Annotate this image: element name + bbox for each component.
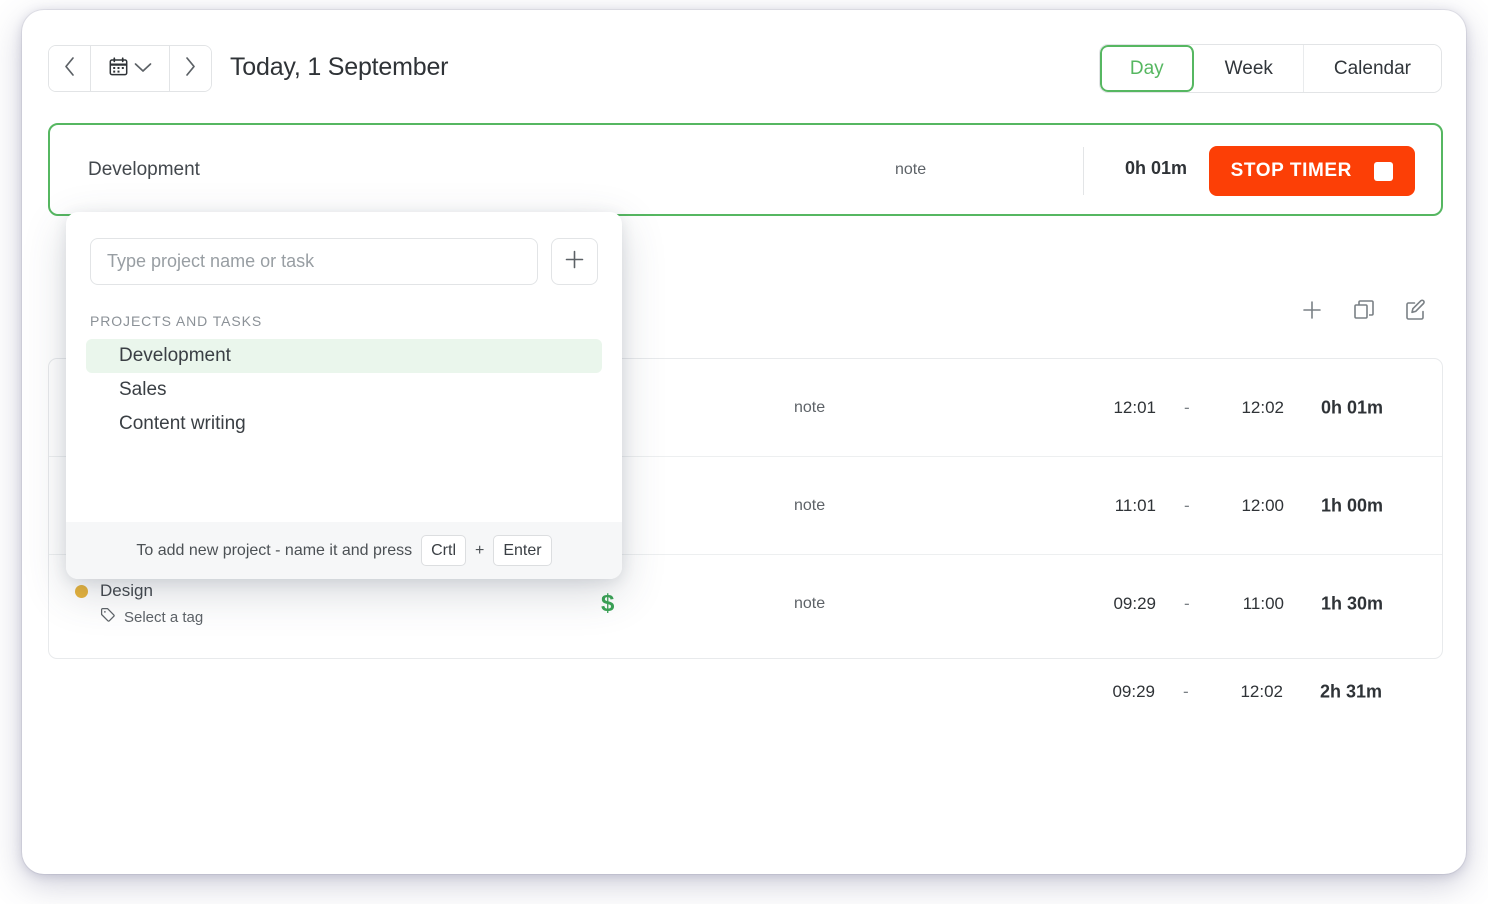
add-project-button[interactable]	[551, 238, 598, 285]
entry-tag-label: Select a tag	[124, 609, 203, 626]
edit-entry-icon[interactable]	[1403, 297, 1429, 323]
entry-start-time[interactable]: 11:01	[1096, 496, 1156, 516]
add-entry-icon[interactable]	[1299, 297, 1325, 323]
tag-icon	[100, 607, 116, 627]
entry-dash: -	[1184, 496, 1190, 516]
entry-end-time[interactable]: 12:02	[1224, 398, 1284, 418]
entry-dash: -	[1184, 594, 1190, 614]
entry-duration: 1h 30m	[1321, 594, 1383, 615]
view-toggle: Day Week Calendar	[1099, 44, 1442, 93]
page-title: Today, 1 September	[230, 53, 448, 82]
entry-project-label: Design	[100, 581, 153, 601]
picker-search-row	[66, 212, 622, 285]
entry-project[interactable]: Design	[75, 581, 203, 601]
chevron-right-icon	[184, 56, 197, 82]
totals-duration: 2h 31m	[1320, 682, 1382, 703]
calendar-icon	[109, 57, 128, 81]
entry-dash: -	[1184, 398, 1190, 418]
app-window: Today, 1 September Day Week Calendar Dev…	[22, 10, 1466, 874]
entry-duration: 0h 01m	[1321, 397, 1383, 418]
header: Today, 1 September Day Week Calendar	[22, 10, 1466, 128]
running-timer-bar: Development note 0h 01m STOP TIMER	[48, 123, 1443, 216]
chevron-down-icon	[134, 60, 152, 78]
entry-duration: 1h 00m	[1321, 495, 1383, 516]
kbd-plus: +	[475, 542, 484, 560]
duplicate-entry-icon[interactable]	[1351, 297, 1377, 323]
tab-day[interactable]: Day	[1100, 45, 1195, 92]
project-color-dot	[75, 585, 88, 598]
picker-footer-hint: To add new project - name it and press C…	[66, 522, 622, 579]
kbd-enter: Enter	[493, 535, 551, 566]
next-day-button[interactable]	[170, 46, 211, 91]
totals-row: 09:29 - 12:02 2h 31m	[48, 659, 1443, 729]
prev-day-button[interactable]	[49, 46, 90, 91]
picker-section-label: PROJECTS AND TASKS	[66, 285, 622, 339]
totals-dash: -	[1183, 682, 1189, 702]
stop-square-icon	[1374, 162, 1393, 181]
tab-week[interactable]: Week	[1195, 45, 1304, 92]
picker-hint-text: To add new project - name it and press	[136, 542, 412, 560]
entry-start-time[interactable]: 09:29	[1096, 594, 1156, 614]
picker-project-list: Development Sales Content writing	[66, 339, 622, 441]
chevron-left-icon	[63, 56, 76, 82]
entry-note[interactable]: note	[794, 497, 825, 515]
entry-note[interactable]: note	[794, 399, 825, 417]
billable-icon[interactable]: $	[601, 590, 614, 618]
calendar-picker-button[interactable]	[91, 46, 169, 91]
timer-duration: 0h 01m	[1125, 158, 1187, 179]
picker-item-development[interactable]: Development	[86, 339, 602, 373]
picker-item-sales[interactable]: Sales	[86, 373, 602, 407]
totals-end-time: 12:02	[1223, 682, 1283, 702]
picker-item-content-writing[interactable]: Content writing	[86, 407, 602, 441]
entry-start-time[interactable]: 12:01	[1096, 398, 1156, 418]
entry-tag-selector[interactable]: Select a tag	[100, 607, 203, 627]
totals-start-time: 09:29	[1095, 682, 1155, 702]
plus-icon	[563, 248, 586, 276]
row-actions	[1299, 297, 1429, 323]
tab-calendar[interactable]: Calendar	[1304, 45, 1441, 92]
kbd-ctrl: Crtl	[421, 535, 466, 566]
stop-timer-button[interactable]: STOP TIMER	[1209, 146, 1415, 196]
entry-end-time[interactable]: 12:00	[1224, 496, 1284, 516]
timer-divider	[1083, 147, 1084, 195]
date-navigator	[48, 45, 212, 92]
entry-end-time[interactable]: 11:00	[1224, 594, 1284, 614]
timer-note[interactable]: note	[895, 161, 926, 179]
stop-timer-label: STOP TIMER	[1231, 160, 1352, 182]
entry-note[interactable]: note	[794, 595, 825, 613]
project-picker-dropdown: PROJECTS AND TASKS Development Sales Con…	[66, 212, 622, 579]
timer-project-name[interactable]: Development	[88, 159, 200, 181]
project-search-input[interactable]	[90, 238, 538, 285]
